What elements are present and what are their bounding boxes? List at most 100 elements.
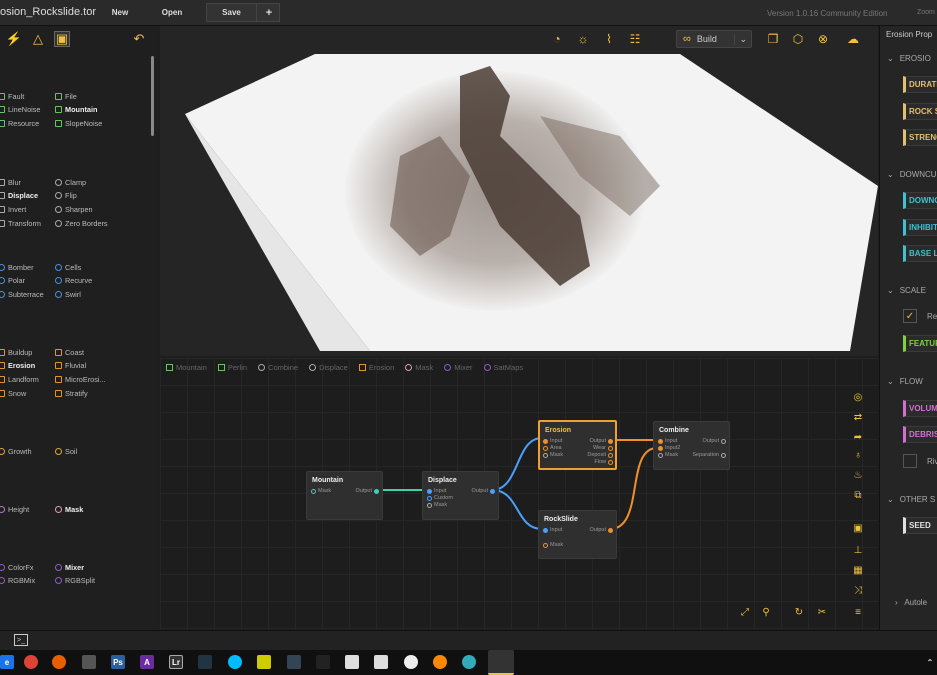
library-node-cells[interactable]: Cells: [55, 262, 81, 272]
unity-icon[interactable]: [316, 655, 330, 669]
new-button[interactable]: New: [105, 3, 135, 22]
section-downcutting[interactable]: ⌄ DOWNCU: [887, 170, 937, 179]
build-button[interactable]: ∞ Build ⌄: [676, 30, 752, 48]
port-custom[interactable]: Custom: [427, 495, 453, 501]
library-node-recurve[interactable]: Recurve: [55, 276, 92, 286]
menu-icon[interactable]: ≡: [851, 605, 865, 619]
app-icon-lr[interactable]: Lr: [169, 655, 183, 669]
library-node-blur[interactable]: Blur: [0, 177, 21, 187]
library-scrollbar[interactable]: [151, 56, 154, 136]
library-node-colorfx[interactable]: ColorFx: [0, 562, 34, 572]
library-node-displace[interactable]: Displace: [0, 191, 38, 201]
library-node-buildup[interactable]: Buildup: [0, 347, 32, 357]
firefox-icon[interactable]: [52, 655, 66, 669]
field-duration[interactable]: DURATI: [903, 76, 937, 93]
port-wear[interactable]: Wear: [593, 445, 613, 451]
port-separation[interactable]: Separation: [692, 452, 726, 458]
library-node-fault[interactable]: Fault: [0, 91, 24, 101]
library-node-landform[interactable]: Landform: [0, 374, 39, 384]
node-displace[interactable]: Displace Input Custom Mask Output: [422, 471, 499, 520]
edge-icon[interactable]: e: [0, 655, 14, 669]
node-mountain[interactable]: Mountain Mask Output: [306, 471, 383, 520]
library-node-mask[interactable]: Mask: [55, 504, 83, 514]
blender-icon[interactable]: [433, 655, 447, 669]
checkbox-real-scale[interactable]: ✓: [903, 309, 917, 323]
refresh-icon[interactable]: ↻: [792, 605, 806, 619]
breadcrumb-combine[interactable]: Combine: [258, 360, 298, 374]
app-icon-blue[interactable]: [228, 655, 242, 669]
davinci-icon[interactable]: [287, 655, 301, 669]
library-node-linenoise[interactable]: LineNoise: [0, 105, 40, 115]
chevron-down-icon[interactable]: ⌄: [734, 33, 751, 45]
section-other[interactable]: ⌄ OTHER S: [887, 495, 935, 504]
library-node-bomber[interactable]: Bomber: [0, 262, 34, 272]
field-base-level[interactable]: BASE LI: [903, 245, 937, 262]
library-node-coast[interactable]: Coast: [55, 347, 84, 357]
library-node-transform[interactable]: Transform: [0, 218, 41, 228]
sliders-icon[interactable]: ☷: [627, 31, 643, 47]
zbrush-icon[interactable]: [345, 655, 359, 669]
port-mask[interactable]: Mask: [543, 542, 563, 548]
port-input[interactable]: Input: [658, 438, 677, 444]
sun-dial-icon[interactable]: ◔: [549, 31, 565, 47]
breadcrumb-mountain[interactable]: Mountain: [166, 360, 207, 374]
port-deposit[interactable]: Deposit: [587, 452, 613, 458]
node-combine[interactable]: Combine Input Input2 Mask Output Separat…: [653, 421, 730, 470]
port-input[interactable]: Input: [427, 488, 446, 494]
hierarchy-icon[interactable]: ⊥: [851, 543, 865, 557]
graph-view-icon[interactable]: ⌇: [601, 31, 617, 47]
library-node-height[interactable]: Height: [0, 504, 29, 514]
save-button[interactable]: Save: [207, 4, 257, 21]
port-flow[interactable]: Flow: [594, 459, 613, 465]
library-node-rgbsplit[interactable]: RGBSplit: [55, 576, 95, 586]
forward-icon[interactable]: ➦: [851, 430, 865, 444]
port-output[interactable]: Output: [702, 438, 726, 444]
library-node-fluvial[interactable]: Fluvial: [55, 361, 86, 371]
pyramid-tool-icon[interactable]: △: [30, 31, 46, 47]
field-rock-softness[interactable]: ROCK S: [903, 103, 937, 120]
add-button[interactable]: +: [259, 4, 279, 21]
port-mask[interactable]: Mask: [658, 452, 678, 458]
chevron-up-icon[interactable]: ⌃: [923, 655, 937, 669]
library-node-polar[interactable]: Polar: [0, 276, 25, 286]
app-icon-yellow[interactable]: [257, 655, 271, 669]
library-node-soil[interactable]: Soil: [55, 446, 77, 456]
section-flow[interactable]: ⌄ FLOW: [887, 377, 923, 386]
scissors-icon[interactable]: ✂: [815, 605, 829, 619]
port-mask[interactable]: Mask: [311, 488, 331, 494]
node-erosion[interactable]: Erosion Input Area Mask Output Wear Depo…: [538, 420, 617, 470]
terrain-viewport[interactable]: [160, 26, 878, 356]
field-seed[interactable]: SEED: [903, 517, 937, 534]
library-node-flip[interactable]: Flip: [55, 191, 77, 201]
field-downcut[interactable]: DOWNC: [903, 192, 937, 209]
copy-icon[interactable]: ⧉: [851, 488, 865, 502]
field-strength[interactable]: STRENG: [903, 129, 937, 146]
port-mask[interactable]: Mask: [543, 452, 563, 458]
library-node-growth[interactable]: Growth: [0, 446, 32, 456]
zoom-icon[interactable]: ⚲: [759, 605, 773, 619]
swap-icon[interactable]: ⇄: [851, 410, 865, 424]
sparkle-tool-icon[interactable]: ⚡: [6, 31, 22, 47]
shuffle-icon[interactable]: ⤨: [851, 583, 865, 597]
port-output[interactable]: Output: [471, 488, 495, 494]
checkbox-river[interactable]: [903, 454, 917, 468]
library-node-rgbmix[interactable]: RGBMix: [0, 576, 35, 586]
library-node-mixer[interactable]: Mixer: [55, 562, 84, 572]
port-mask[interactable]: Mask: [427, 502, 447, 508]
cube-icon[interactable]: ⬡: [790, 31, 806, 47]
field-debris[interactable]: DEBRIS: [903, 426, 937, 443]
library-node-file[interactable]: File: [55, 91, 77, 101]
port-output[interactable]: Output: [355, 488, 379, 494]
breadcrumb-satmaps[interactable]: SatMaps: [483, 360, 523, 374]
port-area[interactable]: Area: [543, 445, 562, 451]
globe-icon[interactable]: [462, 655, 476, 669]
library-node-swirl[interactable]: Swirl: [55, 289, 81, 299]
field-feature-scale[interactable]: FEATUR: [903, 335, 937, 352]
port-input2[interactable]: Input2: [658, 445, 680, 451]
node-graph[interactable]: [160, 358, 878, 630]
fit-view-icon[interactable]: ⤢: [738, 605, 752, 619]
library-node-snow[interactable]: Snow: [0, 388, 26, 398]
library-node-slopenoise[interactable]: SlopeNoise: [55, 118, 102, 128]
breadcrumb-displace[interactable]: Displace: [309, 360, 348, 374]
section-scale[interactable]: ⌄ SCALE: [887, 286, 926, 295]
